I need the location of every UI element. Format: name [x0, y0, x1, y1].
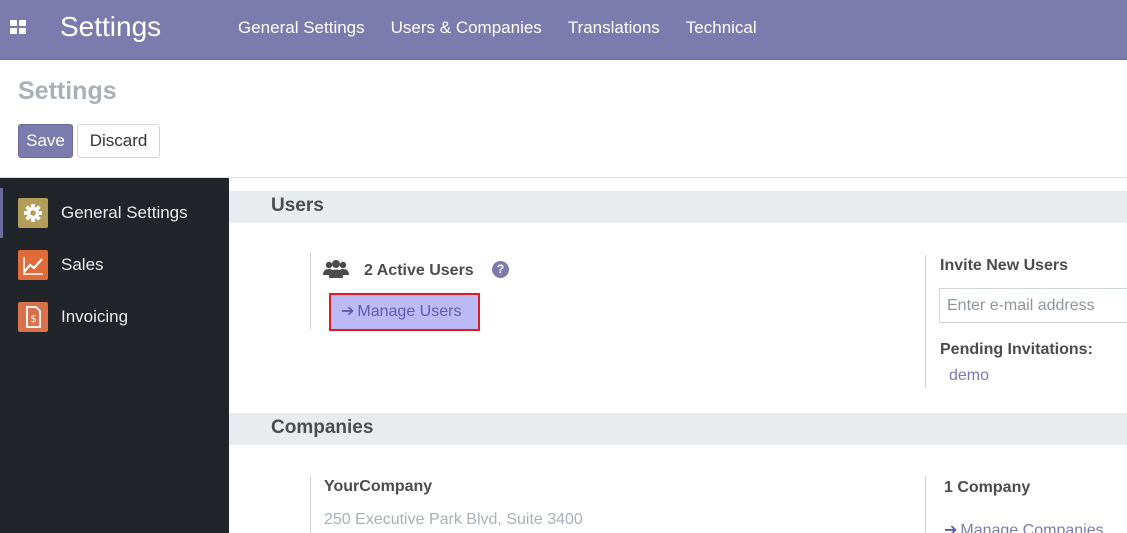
manage-users-label: Manage Users	[357, 303, 462, 320]
help-icon[interactable]: ?	[492, 261, 509, 278]
menu-general-settings[interactable]: General Settings	[225, 0, 378, 60]
active-users-count: 2 Active Users	[364, 262, 474, 279]
arrow-right-icon: ➔	[341, 303, 355, 320]
menu-technical[interactable]: Technical	[673, 0, 770, 60]
company-address: 250 Executive Park Blvd, Suite 3400	[324, 511, 583, 528]
chart-line-icon	[18, 250, 48, 280]
company-name: YourCompany	[324, 478, 433, 495]
discard-button[interactable]: Discard	[77, 124, 160, 158]
apps-grid-icon[interactable]	[10, 20, 26, 34]
save-button[interactable]: Save	[18, 124, 73, 158]
invoice-icon: $	[18, 302, 48, 332]
manage-users-highlight: ➔ Manage Users	[329, 293, 480, 331]
sidebar-item-invoicing[interactable]: $ Invoicing	[0, 292, 229, 342]
top-navbar: Settings General Settings Users & Compan…	[0, 0, 1127, 60]
sidebar-item-label: Sales	[61, 255, 104, 274]
sidebar-item-label: Invoicing	[61, 307, 129, 326]
pending-invitation-link[interactable]: demo	[949, 367, 989, 385]
section-title-users: Users	[229, 191, 1127, 223]
gear-icon	[18, 198, 48, 228]
manage-users-link[interactable]: ➔ Manage Users	[333, 297, 476, 327]
invite-email-input[interactable]	[939, 288, 1127, 323]
users-icon	[323, 259, 349, 279]
pending-invitations-title: Pending Invitations:	[940, 341, 1093, 358]
active-users-box: 2 Active Users ? ➔ Manage Users	[310, 253, 830, 331]
app-title: Settings	[60, 11, 162, 42]
arrow-right-icon: ➔	[944, 522, 958, 533]
page-title: Settings	[18, 77, 117, 105]
company-count: 1 Company	[944, 479, 1031, 496]
invite-title: Invite New Users	[940, 257, 1069, 274]
sidebar-item-sales[interactable]: Sales	[0, 240, 229, 290]
sidebar-item-general-settings[interactable]: General Settings	[0, 188, 229, 238]
top-menu: General Settings Users & Companies Trans…	[225, 0, 770, 60]
section-title-companies: Companies	[229, 413, 1127, 445]
settings-sidebar: General Settings Sales $ Invoicing	[0, 178, 229, 533]
sidebar-item-label: General Settings	[61, 203, 188, 222]
control-panel: Settings Save Discard	[0, 60, 1127, 178]
manage-companies-label: Manage Companies	[960, 522, 1104, 533]
svg-text:$: $	[30, 314, 36, 325]
menu-translations[interactable]: Translations	[555, 0, 673, 60]
manage-companies-link[interactable]: ➔ Manage Companies	[944, 520, 1104, 533]
settings-content: Users 2 Active Users ? ➔ Manage Users Inv…	[229, 178, 1127, 533]
menu-users-companies[interactable]: Users & Companies	[378, 0, 555, 60]
